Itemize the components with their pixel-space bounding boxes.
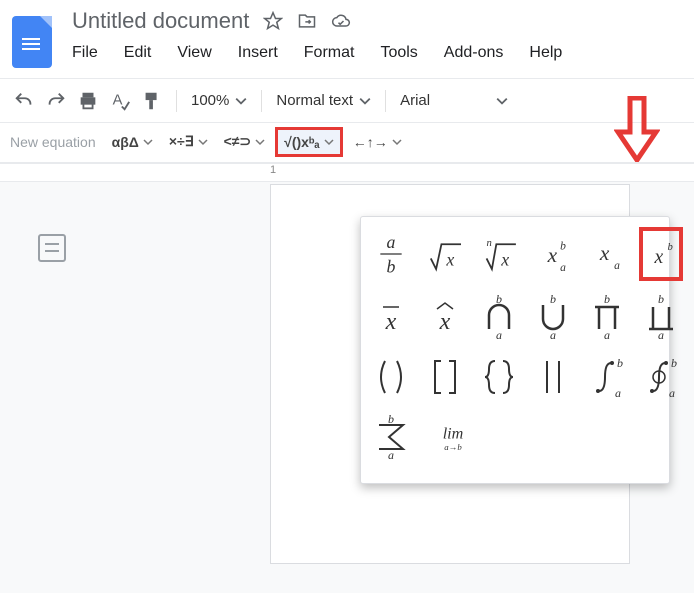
svg-text:a→b: a→b (444, 442, 462, 452)
svg-text:b: b (387, 257, 396, 277)
svg-text:b: b (604, 293, 610, 306)
chevron-down-icon (496, 95, 508, 107)
math-item-oint[interactable]: ba (639, 353, 683, 401)
outline-toggle-icon[interactable] (38, 234, 66, 262)
math-item-nthroot[interactable]: nx (477, 227, 521, 281)
arrows-menu[interactable]: ←↑→ (347, 130, 408, 154)
math-item-product[interactable]: ba (585, 293, 629, 341)
svg-text:x: x (385, 309, 397, 335)
math-item-xbar[interactable]: x (369, 293, 413, 341)
chevron-down-icon (198, 137, 208, 147)
math-item-subscript[interactable]: xa (585, 227, 629, 281)
main-toolbar: A 100% Normal text Arial (0, 79, 694, 123)
chevron-down-icon (235, 95, 247, 107)
svg-text:b: b (560, 241, 566, 253)
paragraph-style-select[interactable]: Normal text (272, 92, 375, 109)
zoom-select[interactable]: 100% (187, 92, 251, 109)
ruler: 1 (0, 164, 694, 182)
math-item-parens[interactable] (369, 353, 413, 401)
math-operations-dropdown: ab x nx xba xa xb x x ba ba ba ba ba ba … (360, 216, 670, 484)
new-equation-button[interactable]: New equation (10, 134, 96, 150)
math-item-braces[interactable] (477, 353, 521, 401)
svg-text:b: b (671, 356, 677, 370)
svg-text:a: a (387, 232, 396, 252)
chevron-down-icon (324, 137, 334, 147)
zoom-value: 100% (191, 92, 229, 109)
redo-button[interactable] (42, 87, 70, 115)
paragraph-style-value: Normal text (276, 92, 353, 109)
menu-insert[interactable]: Insert (238, 44, 278, 62)
svg-text:x: x (500, 250, 509, 270)
math-item-sum[interactable]: ba (369, 413, 413, 461)
math-item-bigcup[interactable]: ba (531, 293, 575, 341)
docs-logo (12, 16, 52, 68)
menu-tools[interactable]: Tools (380, 44, 417, 62)
svg-text:A: A (113, 92, 123, 108)
svg-text:a: a (604, 328, 610, 341)
svg-text:b: b (550, 293, 556, 306)
chevron-down-icon (255, 137, 265, 147)
annotation-arrow-icon (614, 96, 660, 167)
svg-text:a: a (669, 386, 675, 400)
svg-text:a: a (615, 386, 621, 400)
menu-format[interactable]: Format (304, 44, 355, 62)
svg-text:x: x (599, 241, 610, 265)
math-item-bigcap[interactable]: ba (477, 293, 521, 341)
svg-text:a: a (658, 328, 664, 341)
chevron-down-icon (143, 137, 153, 147)
cloud-status-icon[interactable] (331, 11, 351, 31)
math-item-subsuper[interactable]: xba (531, 227, 575, 281)
math-item-coproduct[interactable]: ba (639, 293, 683, 341)
menu-addons[interactable]: Add-ons (444, 44, 504, 62)
math-item-bars[interactable] (531, 353, 575, 401)
svg-text:x: x (445, 250, 454, 270)
math-item-brackets[interactable] (423, 353, 467, 401)
chevron-down-icon (359, 95, 371, 107)
greek-letters-menu[interactable]: αβΔ (106, 130, 159, 154)
chevron-down-icon (392, 137, 402, 147)
svg-text:a: a (550, 328, 556, 341)
move-to-folder-icon[interactable] (297, 11, 317, 31)
star-icon[interactable] (263, 11, 283, 31)
svg-text:a: a (388, 448, 394, 461)
menu-help[interactable]: Help (529, 44, 562, 62)
svg-text:x: x (653, 247, 663, 268)
svg-text:a: a (496, 328, 502, 341)
equation-toolbar: New equation αβΔ ×÷∃ <≠⊃ √()xᵇₐ ←↑→ (0, 123, 694, 163)
spellcheck-button[interactable]: A (106, 87, 134, 115)
math-item-superscript[interactable]: xb (639, 227, 683, 281)
math-operations-menu[interactable]: √()xᵇₐ (275, 127, 343, 157)
main-menu: File Edit View Insert Format Tools Add-o… (72, 44, 562, 62)
misc-operators-menu[interactable]: ×÷∃ (163, 129, 214, 154)
font-value: Arial (400, 92, 430, 109)
math-item-fraction[interactable]: ab (369, 227, 413, 281)
font-select[interactable]: Arial (396, 92, 512, 109)
undo-button[interactable] (10, 87, 38, 115)
menu-edit[interactable]: Edit (124, 44, 152, 62)
svg-text:lim: lim (443, 425, 464, 442)
menu-file[interactable]: File (72, 44, 98, 62)
menu-view[interactable]: View (177, 44, 211, 62)
svg-text:n: n (487, 238, 492, 249)
svg-text:x: x (439, 309, 451, 335)
svg-text:b: b (617, 356, 623, 370)
relations-menu[interactable]: <≠⊃ (218, 129, 272, 154)
svg-text:b: b (658, 293, 664, 306)
svg-text:x: x (547, 243, 558, 267)
math-item-sqrt[interactable]: x (423, 227, 467, 281)
svg-text:b: b (668, 242, 673, 253)
math-item-limit[interactable]: lima→b (423, 413, 483, 461)
svg-text:a: a (560, 262, 566, 274)
print-button[interactable] (74, 87, 102, 115)
math-item-integral[interactable]: ba (585, 353, 629, 401)
math-item-xhat[interactable]: x (423, 293, 467, 341)
svg-text:a: a (614, 260, 620, 272)
document-title[interactable]: Untitled document (72, 8, 249, 34)
paint-format-button[interactable] (138, 87, 166, 115)
